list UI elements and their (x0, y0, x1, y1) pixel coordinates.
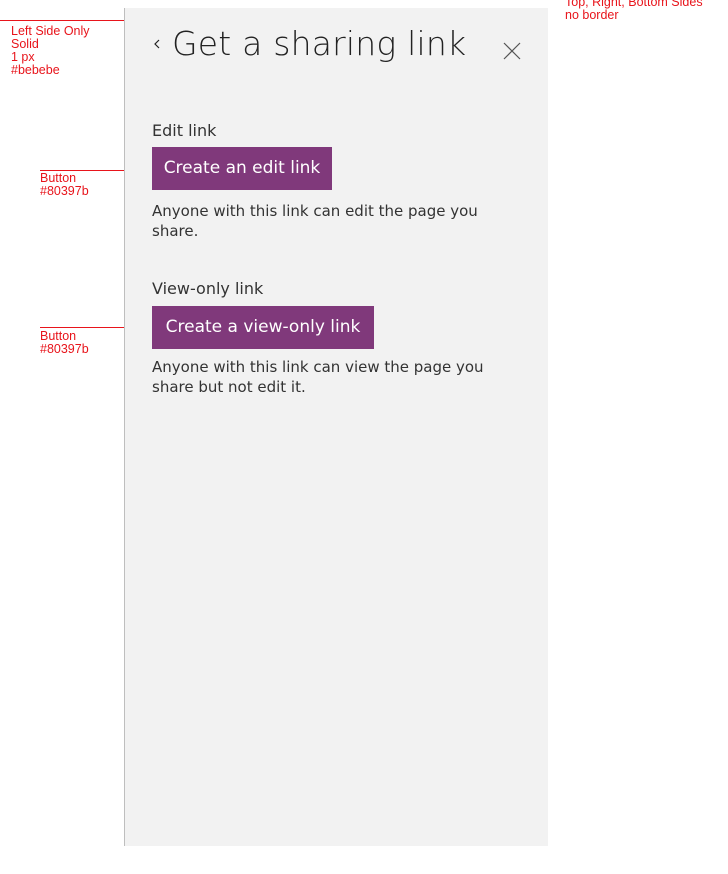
annotation-top-right-sides: Top, Right, Bottom Sides no border (565, 0, 703, 22)
sharing-panel: Get a sharing link Edit link Create an e… (124, 8, 548, 846)
annotation-line-left-side (0, 20, 126, 21)
annotation-view-button: Button #80397b (40, 329, 89, 356)
create-edit-link-button[interactable]: Create an edit link (152, 147, 332, 190)
view-only-link-heading: View-only link (152, 279, 264, 298)
edit-link-heading: Edit link (152, 121, 217, 140)
annotation-left-side: Left Side Only Solid 1 px #bebebe (11, 24, 90, 77)
edit-link-description: Anyone with this link can edit the page … (152, 202, 478, 240)
view-only-link-description: Anyone with this link can view the page … (152, 358, 484, 396)
annotation-edit-button: Button #80397b (40, 171, 89, 198)
chevron-left-icon[interactable] (151, 34, 163, 54)
close-icon[interactable] (501, 40, 523, 62)
create-view-only-link-button[interactable]: Create a view-only link (152, 306, 374, 349)
panel-title: Get a sharing link (172, 24, 467, 63)
